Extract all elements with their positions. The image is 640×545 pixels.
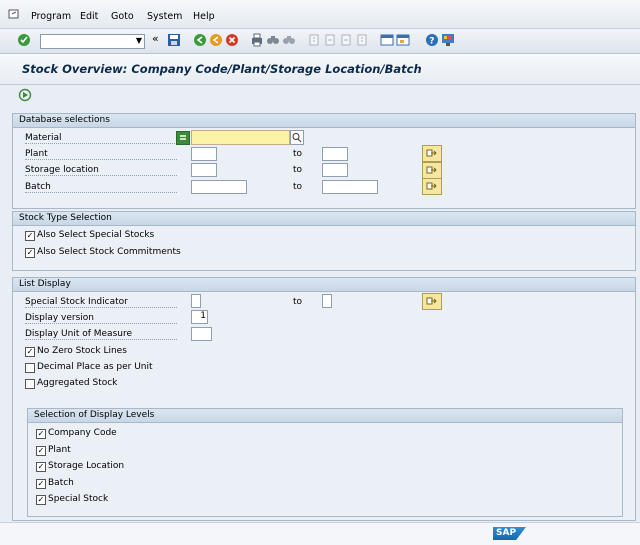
first-page-icon[interactable] bbox=[307, 33, 321, 47]
new-session-icon[interactable] bbox=[380, 33, 394, 47]
select-options-icon[interactable] bbox=[176, 131, 190, 145]
checkbox-storage-location[interactable]: ✓ bbox=[36, 462, 46, 472]
label-decimal-place: Decimal Place as per Unit bbox=[37, 362, 153, 372]
group-header: Database selections bbox=[13, 114, 635, 128]
group-header: Selection of Display Levels bbox=[28, 409, 622, 423]
print-icon[interactable] bbox=[250, 33, 264, 47]
storage-location-to-input[interactable] bbox=[322, 163, 348, 177]
batch-from-input[interactable] bbox=[191, 180, 247, 194]
group-stock-type-selection: Stock Type Selection ✓ Also Select Speci… bbox=[12, 211, 636, 271]
application-toolbar bbox=[0, 85, 640, 107]
chevron-down-icon[interactable]: ▼ bbox=[136, 36, 142, 45]
enter-icon[interactable] bbox=[17, 33, 31, 47]
label-aggregated-stock: Aggregated Stock bbox=[37, 378, 118, 388]
storage-location-multiple-selection-button[interactable] bbox=[422, 162, 442, 179]
label-company-code: Company Code bbox=[48, 428, 117, 438]
group-header: Stock Type Selection bbox=[13, 212, 635, 226]
checkbox-special-stock[interactable]: ✓ bbox=[36, 495, 46, 505]
shortcut-icon[interactable] bbox=[396, 33, 410, 47]
back-icon[interactable] bbox=[193, 33, 207, 47]
checkbox-batch[interactable]: ✓ bbox=[36, 479, 46, 489]
collapse-command-icon[interactable]: « bbox=[152, 32, 166, 46]
cancel-icon[interactable] bbox=[225, 33, 239, 47]
sap-logo: SAP bbox=[493, 527, 526, 540]
group-list-display: List Display Special Stock Indicator to … bbox=[12, 277, 636, 521]
label-special-stock-level: Special Stock bbox=[48, 494, 109, 504]
label-storage-location: Storage location bbox=[25, 165, 177, 176]
label-no-zero-stock: No Zero Stock Lines bbox=[37, 346, 127, 356]
find-icon[interactable] bbox=[266, 33, 280, 47]
label-material: Material bbox=[25, 133, 177, 144]
group-display-levels: Selection of Display Levels ✓ Company Co… bbox=[27, 408, 623, 517]
checkbox-no-zero-stock[interactable]: ✓ bbox=[25, 347, 35, 357]
last-page-icon[interactable] bbox=[355, 33, 369, 47]
label-to: to bbox=[293, 297, 303, 307]
label-special-stocks: Also Select Special Stocks bbox=[37, 230, 155, 240]
menu-help[interactable]: Help bbox=[193, 11, 215, 22]
system-toolbar: ▼ « ? bbox=[0, 29, 640, 54]
exit-icon[interactable] bbox=[209, 33, 223, 47]
group-header: List Display bbox=[13, 278, 635, 292]
svg-text:?: ? bbox=[429, 37, 434, 47]
label-display-uom: Display Unit of Measure bbox=[25, 329, 177, 340]
checkbox-plant[interactable]: ✓ bbox=[36, 446, 46, 456]
label-plant-level: Plant bbox=[48, 445, 71, 455]
batch-multiple-selection-button[interactable] bbox=[422, 178, 442, 195]
plant-from-input[interactable] bbox=[191, 147, 217, 161]
label-to: to bbox=[293, 182, 303, 192]
label-stock-commitments: Also Select Stock Commitments bbox=[37, 247, 181, 257]
plant-multiple-selection-button[interactable] bbox=[422, 145, 442, 162]
menu-edit[interactable]: Edit bbox=[80, 11, 98, 22]
status-bar: SAP bbox=[0, 522, 640, 545]
storage-location-from-input[interactable] bbox=[191, 163, 217, 177]
label-storage-location-level: Storage Location bbox=[48, 461, 125, 471]
save-icon[interactable] bbox=[167, 33, 181, 47]
menu-goto[interactable]: Goto bbox=[111, 11, 134, 22]
special-stock-from-input[interactable] bbox=[191, 294, 201, 308]
checkbox-aggregated-stock[interactable] bbox=[25, 379, 35, 389]
window-menu-icon[interactable] bbox=[8, 8, 20, 23]
menu-program[interactable]: Program bbox=[31, 11, 71, 22]
label-to: to bbox=[293, 165, 303, 175]
layout-icon[interactable] bbox=[441, 33, 455, 47]
special-stock-to-input[interactable] bbox=[322, 294, 332, 308]
material-input[interactable] bbox=[191, 130, 290, 145]
command-field[interactable]: ▼ bbox=[40, 34, 145, 49]
label-batch-level: Batch bbox=[48, 478, 74, 488]
menu-system[interactable]: System bbox=[147, 11, 182, 22]
checkbox-special-stocks[interactable]: ✓ bbox=[25, 231, 35, 241]
prev-page-icon[interactable] bbox=[323, 33, 337, 47]
find-next-icon[interactable] bbox=[282, 33, 296, 47]
group-database-selections: Database selections Material Plant to St… bbox=[12, 113, 636, 209]
menu-bar: Program Edit Goto System Help bbox=[0, 0, 640, 29]
label-display-version: Display version bbox=[25, 313, 177, 324]
label-special-stock-indicator: Special Stock Indicator bbox=[25, 297, 177, 308]
title-bar: Stock Overview: Company Code/Plant/Stora… bbox=[0, 54, 640, 85]
checkbox-company-code[interactable]: ✓ bbox=[36, 429, 46, 439]
help-icon[interactable]: ? bbox=[425, 33, 439, 47]
execute-icon[interactable] bbox=[18, 88, 32, 105]
special-stock-multiple-selection-button[interactable] bbox=[422, 293, 442, 310]
label-to: to bbox=[293, 149, 303, 159]
label-batch: Batch bbox=[25, 182, 177, 193]
display-version-input[interactable]: 1 bbox=[191, 310, 208, 324]
search-help-icon[interactable] bbox=[290, 130, 304, 145]
display-version-value: 1 bbox=[200, 311, 206, 321]
label-plant: Plant bbox=[25, 149, 177, 160]
checkbox-decimal-place[interactable] bbox=[25, 363, 35, 373]
plant-to-input[interactable] bbox=[322, 147, 348, 161]
batch-to-input[interactable] bbox=[322, 180, 378, 194]
next-page-icon[interactable] bbox=[339, 33, 353, 47]
display-uom-input[interactable] bbox=[191, 327, 212, 341]
page-title: Stock Overview: Company Code/Plant/Stora… bbox=[22, 62, 422, 76]
checkbox-stock-commitments[interactable]: ✓ bbox=[25, 248, 35, 258]
